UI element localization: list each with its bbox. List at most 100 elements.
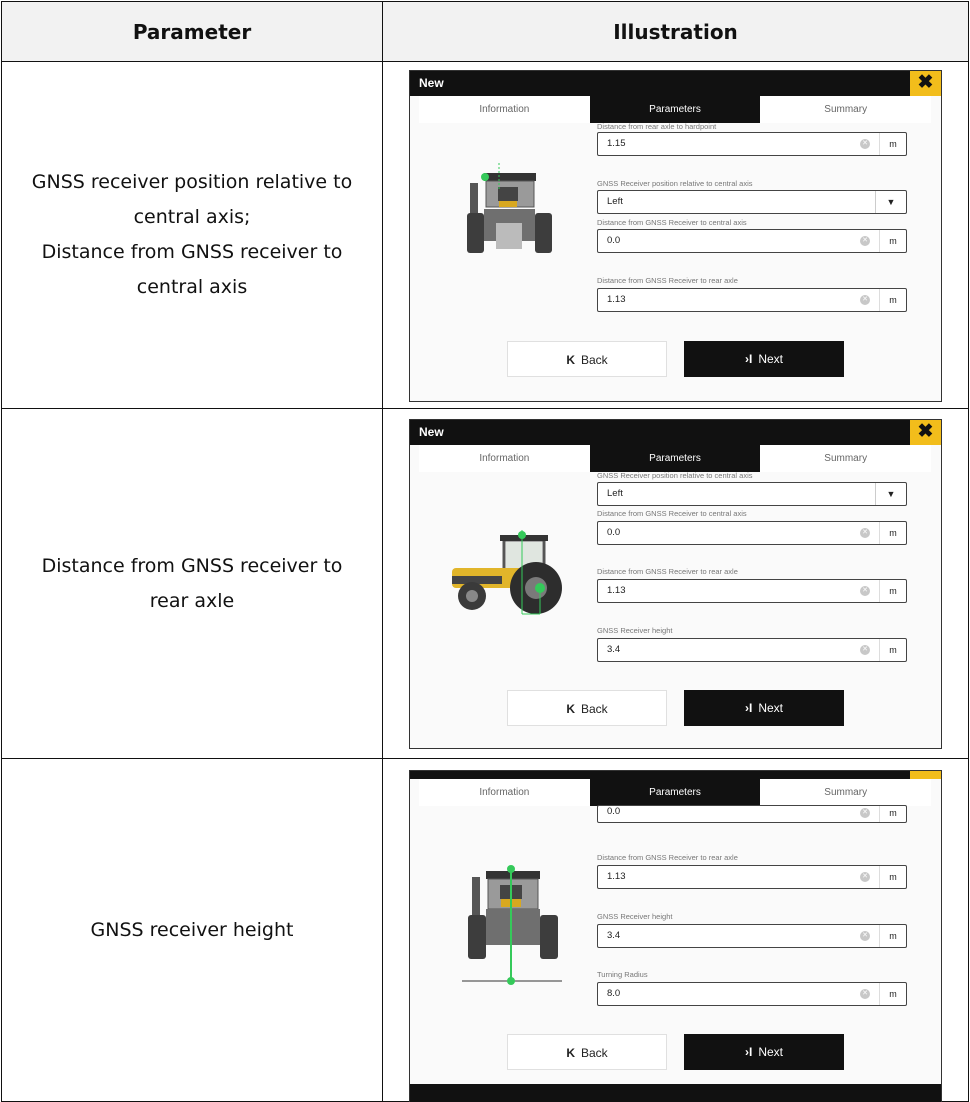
field-value: 1.15 [607, 138, 626, 149]
unit-label: m [879, 925, 906, 947]
field-value: 0.0 [607, 806, 621, 817]
receiver-position-select[interactable]: Left ▼ [597, 190, 907, 214]
chevron-down-icon[interactable]: ▼ [875, 191, 906, 213]
field-label: Distance from GNSS Receiver to central a… [597, 218, 747, 227]
back-icon: K [566, 353, 575, 367]
field-value: 3.4 [607, 644, 621, 655]
tab-information[interactable]: Information [419, 779, 590, 806]
close-icon[interactable]: ✖ [910, 420, 941, 445]
clear-icon[interactable]: ✕ [860, 236, 870, 246]
chevron-down-icon[interactable]: ▼ [875, 483, 906, 505]
back-label: Back [580, 702, 608, 716]
table-header-row: Parameter Illustration [1, 1, 969, 62]
close-icon[interactable] [910, 771, 941, 779]
table-row: Distance from GNSS receiver to rear axle… [1, 408, 969, 759]
receiver-height-input[interactable]: 3.4 ✕ m [597, 638, 907, 662]
central-axis-distance-input[interactable]: 0.0 ✕ m [597, 229, 907, 253]
back-icon: K [566, 702, 575, 716]
param-cell-row1: GNSS receiver position relative to centr… [1, 61, 383, 409]
next-label: Next [758, 352, 784, 366]
field-label: GNSS Receiver height [597, 912, 673, 921]
param-line: Distance from GNSS receiver to [41, 241, 343, 263]
receiver-height-input[interactable]: 3.4 ✕ m [597, 924, 907, 948]
receiver-position-select[interactable]: Left ▼ [597, 482, 907, 506]
table-row: GNSS receiver height Information Paramet… [1, 758, 969, 1102]
param-cell-row3: GNSS receiver height [1, 758, 383, 1102]
next-label: Next [758, 701, 784, 715]
clear-icon[interactable]: ✕ [860, 586, 870, 596]
back-button[interactable]: K Back [507, 341, 667, 377]
unit-label: m [879, 289, 906, 311]
unit-label: m [879, 639, 906, 661]
back-button[interactable]: K Back [507, 690, 667, 726]
clear-icon[interactable]: ✕ [860, 872, 870, 882]
param-line: central axis [136, 276, 248, 298]
tab-summary[interactable]: Summary [760, 96, 931, 123]
clear-icon[interactable]: ✕ [860, 528, 870, 538]
next-button[interactable]: ›I Next [684, 341, 844, 377]
clear-icon[interactable]: ✕ [860, 295, 870, 305]
back-label: Back [580, 1046, 608, 1060]
field-label: Turning Radius [597, 970, 648, 979]
param-line: rear axle [149, 589, 235, 612]
illustration-cell-row2: New ✖ Information Parameters Summary GNS… [382, 408, 969, 759]
tab-parameters[interactable]: Parameters [589, 445, 761, 472]
tab-bar: Information Parameters Summary [419, 779, 931, 806]
next-button[interactable]: ›I Next [684, 690, 844, 726]
field-value: 3.4 [607, 930, 621, 941]
illustration-cell-row1: New ✖ Information Parameters Summary Dis… [382, 61, 969, 409]
clear-icon[interactable]: ✕ [860, 989, 870, 999]
tab-bar: Information Parameters Summary [419, 445, 931, 472]
field-label: Distance from GNSS Receiver to rear axle [597, 567, 738, 576]
close-icon[interactable]: ✖ [910, 71, 941, 96]
unit-label: m [879, 580, 906, 602]
app-screenshot: Information Parameters Summary 0.0 ✕ m D… [409, 770, 942, 1102]
next-label: Next [758, 1045, 784, 1059]
field-label: GNSS Receiver position relative to centr… [597, 179, 753, 188]
tab-summary[interactable]: Summary [760, 779, 931, 806]
tractor-front-image [467, 163, 552, 253]
rear-axle-distance-input[interactable]: 1.13 ✕ m [597, 865, 907, 889]
back-button[interactable]: K Back [507, 1034, 667, 1070]
unit-label: m [879, 133, 906, 155]
field-value: 8.0 [607, 988, 621, 999]
header-illustration: Illustration [382, 1, 969, 62]
field-value: Left [607, 488, 623, 499]
illustration-cell-row3: Information Parameters Summary 0.0 ✕ m D… [382, 758, 969, 1102]
field-label: Distance from GNSS Receiver to rear axle [597, 276, 738, 285]
unit-label: m [879, 866, 906, 888]
field-value: 0.0 [607, 527, 621, 538]
tab-information[interactable]: Information [419, 96, 590, 123]
clear-icon[interactable]: ✕ [860, 139, 870, 149]
clear-icon[interactable]: ✕ [860, 808, 870, 818]
central-axis-distance-input[interactable]: 0.0 ✕ m [597, 805, 907, 823]
field-value: 1.13 [607, 585, 626, 596]
field-label: Distance from rear axle to hardpoint [597, 122, 717, 131]
central-axis-distance-input[interactable]: 0.0 ✕ m [597, 521, 907, 545]
next-button[interactable]: ›I Next [684, 1034, 844, 1070]
clear-icon[interactable]: ✕ [860, 931, 870, 941]
tab-bar: Information Parameters Summary [419, 96, 931, 123]
tab-parameters[interactable]: Parameters [589, 779, 761, 806]
rear-axle-hardpoint-input[interactable]: 1.15 ✕ m [597, 132, 907, 156]
rear-axle-distance-input[interactable]: 1.13 ✕ m [597, 579, 907, 603]
param-line: central axis; [133, 206, 251, 228]
table-row: GNSS receiver position relative to centr… [1, 61, 969, 409]
param-line: GNSS receiver height [90, 918, 294, 941]
tractor-side-image [452, 530, 562, 615]
app-screenshot: New ✖ Information Parameters Summary [409, 419, 942, 749]
field-value: Left [607, 196, 623, 207]
rear-axle-distance-input[interactable]: 1.13 ✕ m [597, 288, 907, 312]
field-value: 0.0 [607, 235, 621, 246]
field-label: Distance from GNSS Receiver to central a… [597, 509, 747, 518]
window-title: New [410, 71, 941, 96]
clear-icon[interactable]: ✕ [860, 645, 870, 655]
turning-radius-input[interactable]: 8.0 ✕ m [597, 982, 907, 1006]
field-value: 1.13 [607, 294, 626, 305]
tab-parameters[interactable]: Parameters [589, 96, 761, 123]
tab-summary[interactable]: Summary [760, 445, 931, 472]
app-screenshot: New ✖ Information Parameters Summary [409, 70, 942, 402]
window-title: New [410, 420, 941, 445]
footer-bar [410, 1084, 941, 1102]
tab-information[interactable]: Information [419, 445, 590, 472]
